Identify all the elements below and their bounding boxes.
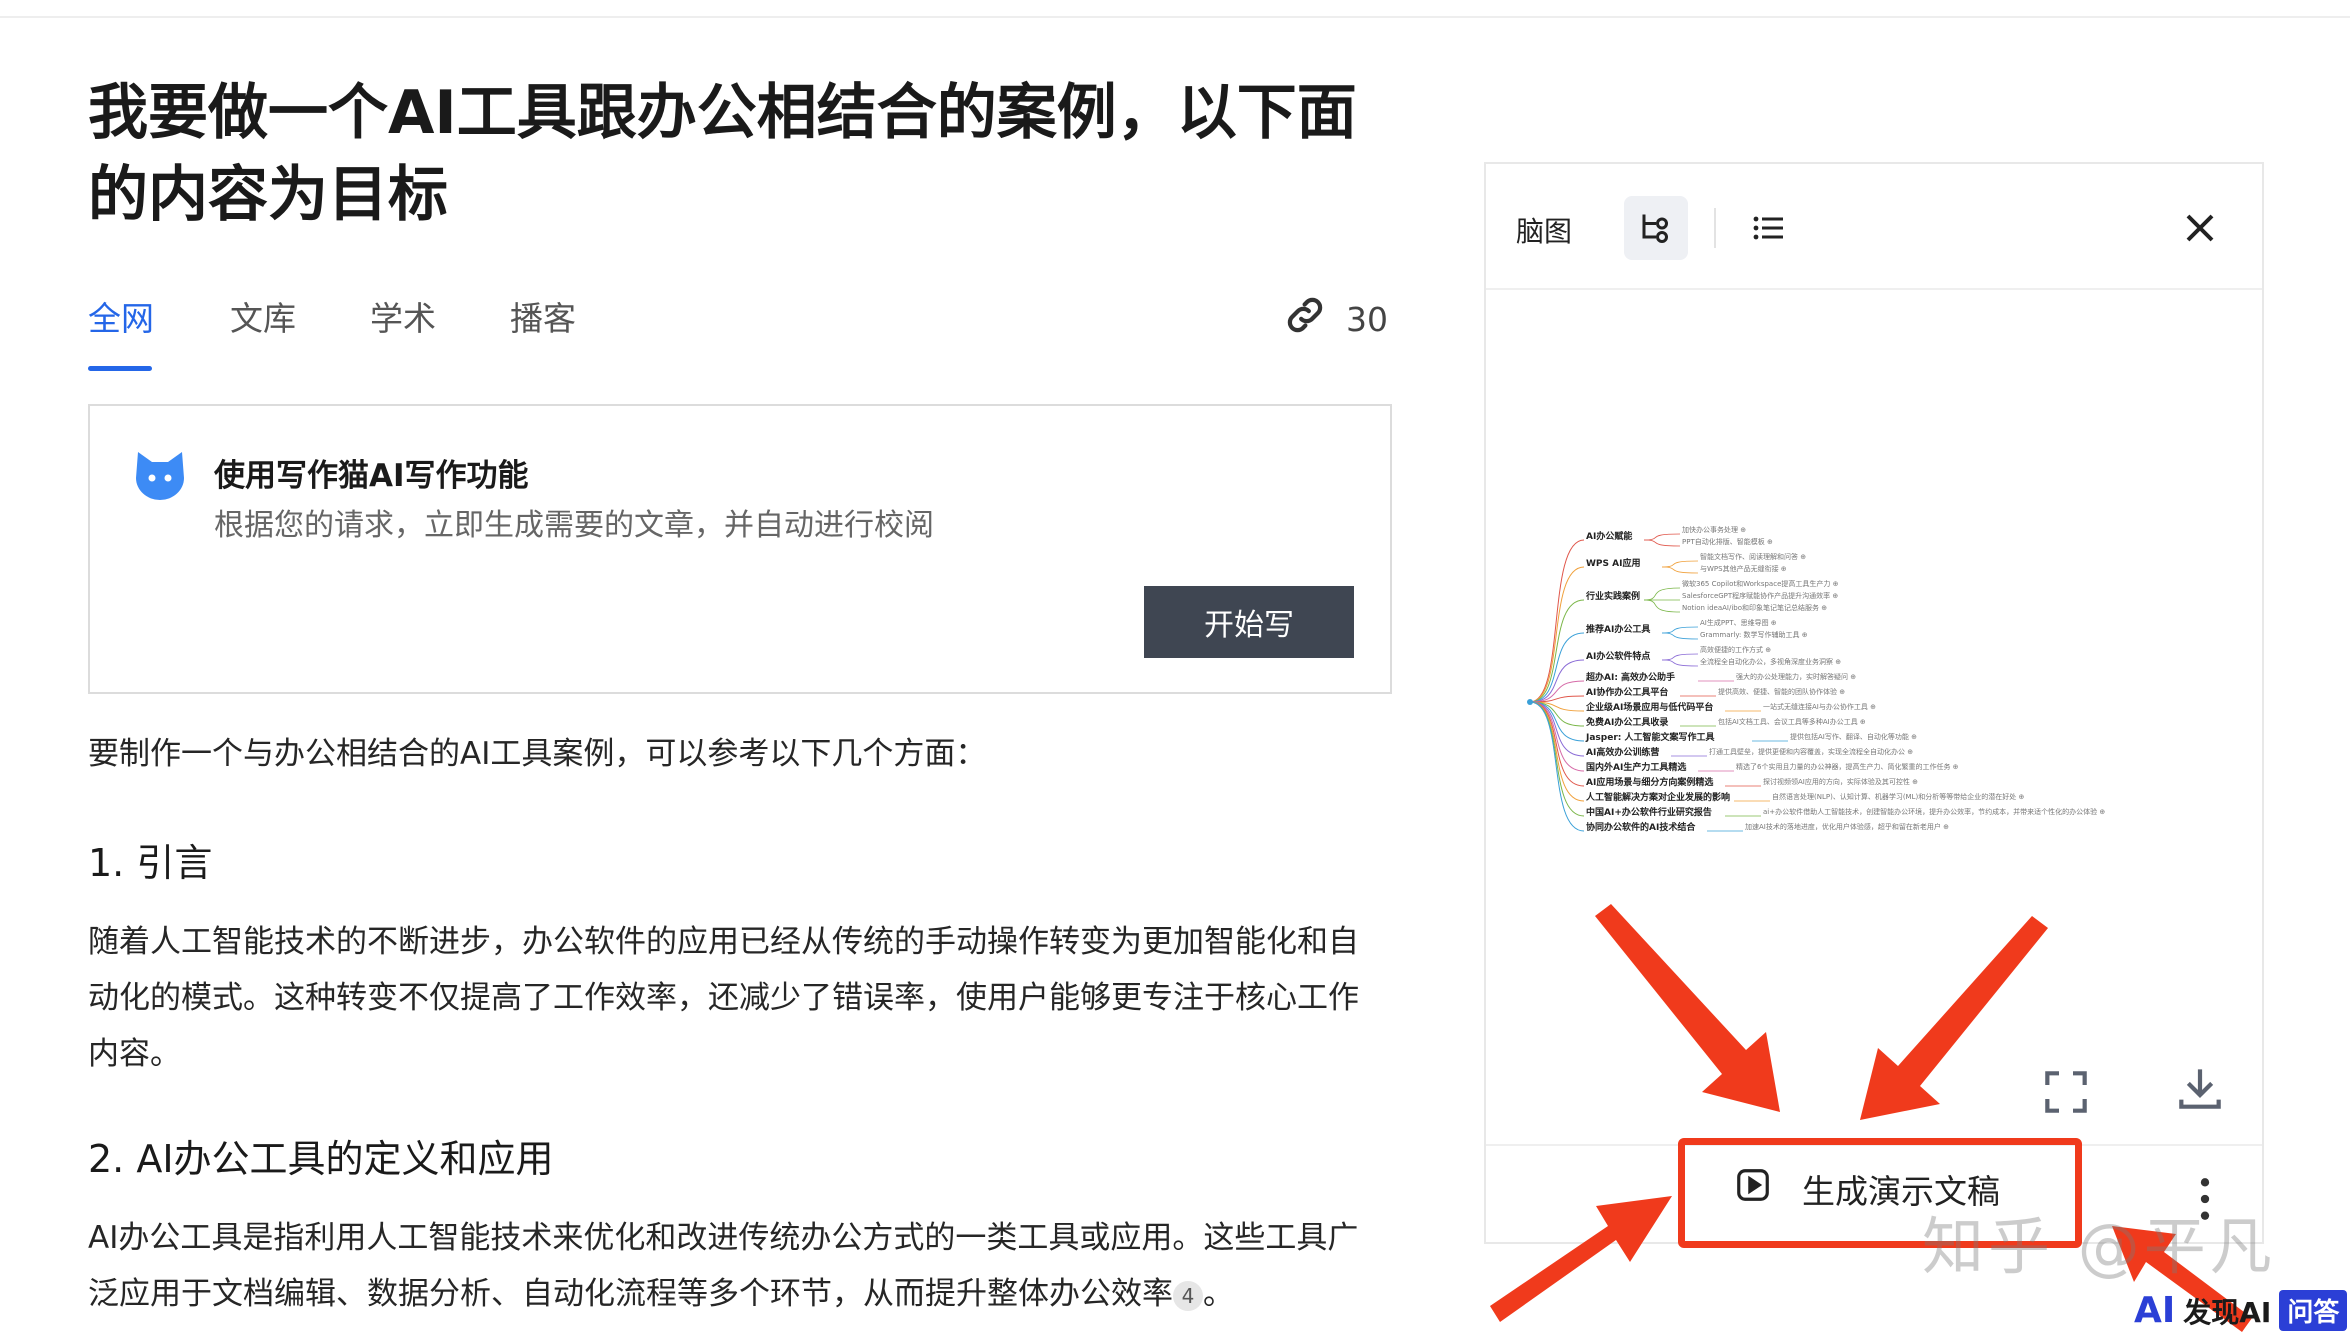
mindmap-leaf[interactable]: ai+办公软件借助人工智能技术，创建智能办公环境，提升办公效率，节约成本，并带来… [1763, 807, 2105, 817]
mindmap-leaf[interactable]: 全流程全自动化办公，多视角深度业务洞察 ⊕ [1700, 657, 1841, 667]
mindmap-leaf-line [1661, 659, 1699, 667]
mindmap-leaf[interactable]: SalesforceGPT程序赋能协作产品提升沟通效率 ⊕ [1682, 591, 1838, 601]
mindmap-node[interactable]: AI办公软件特点 [1586, 649, 1650, 662]
link-icon [1282, 292, 1328, 346]
mindmap-leaf-line [1661, 632, 1699, 640]
tab-podcast[interactable]: 播客 [510, 292, 576, 340]
mindmap-leaf[interactable]: 自然语言处理(NLP)、认知计算、机器学习(ML)和分析等等带给企业的潜在好处 … [1772, 792, 2024, 802]
brand-name: 发现AI [2183, 1295, 2272, 1329]
mindmap-connectors [1527, 533, 1788, 832]
mindmap-icon [1642, 214, 1668, 243]
mindmap-label: 脑图 [1516, 215, 1573, 248]
mindmap-node[interactable]: 协同办公软件的AI技术结合 [1586, 820, 1695, 833]
fullscreen-button[interactable] [2038, 1064, 2094, 1120]
mindmap-node[interactable]: AI应用场景与细分方向案例精选 [1586, 775, 1713, 788]
mindmap-node[interactable]: 中国AI+办公软件行业研究报告 [1586, 805, 1712, 818]
brand-ai-mark: AI [2134, 1290, 2176, 1331]
panel-toolbar: 脑图 [1486, 164, 2262, 290]
mindmap-leaf[interactable]: 提供包括AI写作、翻译、自动化等功能 ⊕ [1790, 732, 1917, 742]
top-divider [0, 16, 2350, 18]
sources-count: 30 [1346, 299, 1388, 339]
close-panel-button[interactable] [2176, 204, 2224, 252]
paragraph-2-text: AI办公工具是指利用人工智能技术来优化和改进传统办公方式的一类工具或应用。这些工… [88, 1220, 1359, 1312]
mindmap-leaf[interactable]: 微软365 Copilot和Workspace提高工具生产力 ⊕ [1682, 579, 1838, 589]
mindmap-leaf[interactable]: 高效便捷的工作方式 ⊕ [1700, 645, 1771, 655]
mindmap-node[interactable]: 推荐AI办公工具 [1586, 622, 1650, 635]
writer-card-subtitle: 根据您的请求，立即生成需要的文章，并自动进行校阅 [214, 508, 934, 543]
citation-badge[interactable]: 4 [1173, 1280, 1203, 1311]
sources-link[interactable]: 30 [1282, 292, 1388, 346]
watermark-text: 知乎 @平凡 [1922, 1210, 2276, 1283]
mindmap-branch-line [1529, 701, 1585, 802]
page-title: 我要做一个AI工具跟办公相结合的案例，以下面的内容为目标 [88, 78, 1357, 230]
fullscreen-icon [2045, 1071, 2087, 1113]
mindmap-leaf[interactable]: Notion ideaAI/ibo和印象笔记笔记总结服务 ⊕ [1682, 603, 1827, 613]
mindmap-node[interactable]: WPS AI应用 [1586, 556, 1640, 569]
mindmap-leaf[interactable]: 智能文档写作、阅读理解和问答 ⊕ [1700, 552, 1806, 562]
mindmap-leaf[interactable]: 加快办公事务处理 ⊕ [1682, 525, 1746, 535]
mindmap-node[interactable]: 免费AI办公工具收录 [1586, 715, 1668, 728]
mindmap-leaf[interactable]: AI生成PPT、思维导图 ⊕ [1700, 618, 1777, 628]
mindmap-canvas[interactable]: AI办公赋能 加快办公事务处理 ⊕ PPT自动化排版、智能模板 ⊕ WPS AI应用 智… [1526, 524, 2226, 904]
mindmap-branch-line [1529, 701, 1585, 742]
mindmap-node[interactable]: AI协作办公工具平台 [1586, 685, 1668, 698]
mindmap-node[interactable]: 企业级AI场景应用与低代码平台 [1586, 700, 1713, 713]
mindmap-leaf[interactable]: 打通工具壁垒，提供更便和内容覆盖，实现全流程全自动化办公 ⊕ [1709, 747, 1913, 757]
mindmap-leaf[interactable]: Grammarly: 数学写作辅助工具 ⊕ [1700, 630, 1808, 640]
mindmap-node[interactable]: 超办AI: 高效办公助手 [1586, 670, 1675, 683]
article-paragraph-2: AI办公工具是指利用人工智能技术来优化和改进传统办公方式的一类工具或应用。这些工… [88, 1210, 1388, 1322]
mindmap-leaf-line [1661, 626, 1699, 634]
tab-library[interactable]: 文库 [230, 292, 296, 340]
list-icon [1753, 216, 1783, 240]
mindmap-leaf-line [1643, 533, 1681, 541]
mindmap-branch-line [1529, 632, 1585, 703]
article-intro: 要制作一个与办公相结合的AI工具案例，可以参考以下几个方面： [88, 736, 987, 772]
mindmap-leaf[interactable]: 加速AI技术的落地进度，优化用户体验感，超乎和留在新老用户 ⊕ [1745, 822, 1949, 832]
active-tab-indicator [88, 366, 152, 371]
writer-card: 使用写作猫AI写作功能 根据您的请求，立即生成需要的文章，并自动进行校阅 开始写 [88, 404, 1392, 694]
brand-logo: AI 发现AI 问答 [2134, 1290, 2348, 1331]
paragraph-2-end: 。 [1203, 1276, 1234, 1312]
mindmap-leaf[interactable]: PPT自动化排版、智能模板 ⊕ [1682, 537, 1773, 547]
mindmap-node[interactable]: AI高效办公训练营 [1586, 745, 1659, 758]
writer-card-title: 使用写作猫AI写作功能 [214, 458, 529, 494]
article-paragraph-1: 随着人工智能技术的不断进步，办公软件的应用已经从传统的手动操作转变为更加智能化和… [88, 924, 1359, 1072]
source-tabs: 全网 文库 学术 播客 [88, 292, 1388, 372]
mindmap-leaf-line [1643, 599, 1681, 613]
section-heading-intro: 1. 引言 [88, 841, 213, 885]
mindmap-panel: 脑图 AI办公赋能 加快办公事务处理 ⊕ PPT自动化排版、智能模板 ⊕ WPS AI… [1484, 162, 2264, 1244]
mindmap-branch-line [1529, 539, 1585, 703]
mindmap-leaf[interactable]: 包括AI文档工具、会议工具等多种AI办公工具 ⊕ [1718, 717, 1866, 727]
mindmap-node[interactable]: 国内外AI生产力工具精选 [1586, 760, 1686, 773]
section-heading-definition: 2. AI办公工具的定义和应用 [88, 1137, 554, 1181]
mindmap-leaf[interactable]: 探讨视频领AI应用的方向，实际体验及其可控性 ⊕ [1763, 777, 1918, 787]
mindmap-view-button[interactable] [1624, 196, 1688, 260]
download-icon [2179, 1069, 2221, 1109]
mindmap-leaf-line [1643, 587, 1681, 601]
close-icon [2186, 214, 2214, 242]
mindmap-node[interactable]: Jasper: 人工智能文案写作工具 [1586, 730, 1715, 743]
toolbar-divider [1714, 208, 1716, 248]
mindmap-leaf[interactable]: 与WPS其他产品无缝衔接 ⊕ [1700, 564, 1787, 574]
mindmap-leaf[interactable]: 精选了6个实用且力量的办公神器，提高生产力、简化繁重的工作任务 ⊕ [1736, 762, 1959, 772]
download-button[interactable] [2172, 1060, 2228, 1116]
tab-academic[interactable]: 学术 [370, 292, 436, 340]
mindmap-leaf-line [1661, 566, 1699, 574]
mindmap-leaf[interactable]: 提供高效、便捷、智能的团队协作体验 ⊕ [1718, 687, 1845, 697]
mindmap-node[interactable]: AI办公赋能 [1586, 529, 1632, 542]
mindmap-node[interactable]: 行业实践案例 [1586, 589, 1640, 602]
cat-icon [132, 448, 188, 504]
brand-tag: 问答 [2279, 1290, 2348, 1331]
mindmap-node[interactable]: 人工智能解决方案对企业发展的影响 [1586, 790, 1730, 803]
mindmap-leaf[interactable]: 一站式无缝连接AI与办公协作工具 ⊕ [1763, 702, 1876, 712]
mindmap-leaf[interactable]: 强大的办公处理能力，实时解答疑问 ⊕ [1736, 672, 1856, 682]
mindmap-leaf-line [1643, 539, 1681, 547]
mindmap-root [1527, 699, 1533, 705]
tab-all-web[interactable]: 全网 [88, 292, 154, 340]
outline-view-button[interactable] [1736, 196, 1800, 260]
play-icon [1734, 1166, 1772, 1212]
start-writing-button[interactable]: 开始写 [1144, 586, 1354, 658]
mindmap-leaf-line [1661, 653, 1699, 661]
mindmap-leaf-line [1661, 560, 1699, 568]
